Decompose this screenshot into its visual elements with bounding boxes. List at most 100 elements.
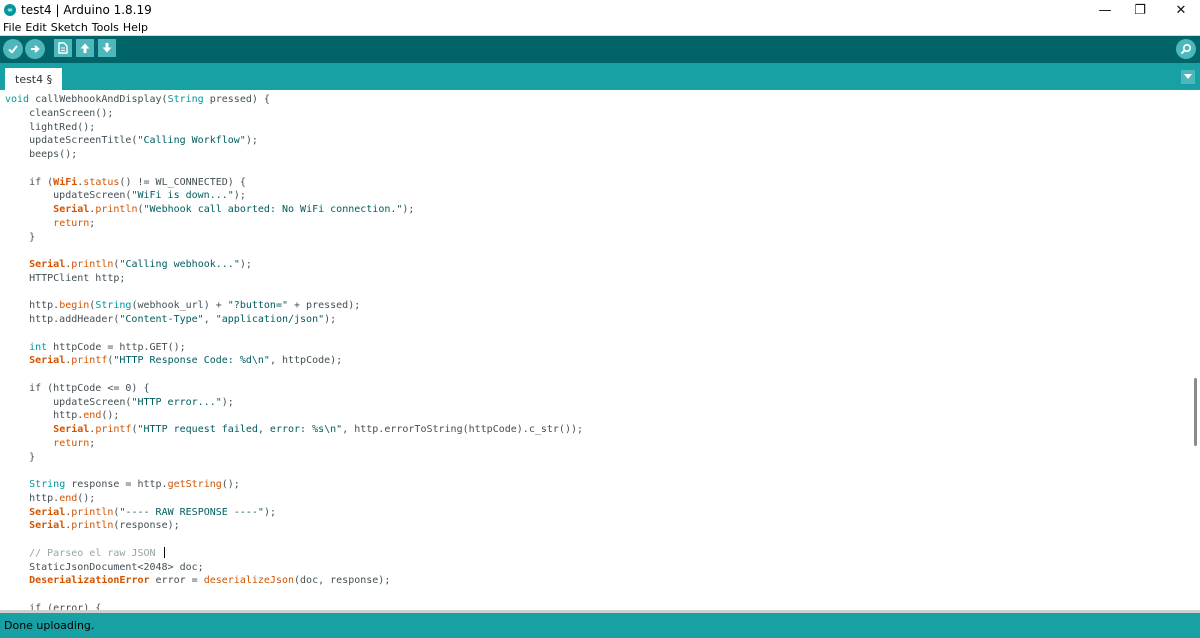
code-token: "WiFi is down...": [131, 190, 234, 202]
upload-button[interactable]: [25, 39, 45, 59]
code-line: HTTPClient http;: [5, 272, 125, 285]
code-token: String: [29, 479, 66, 490]
code-line: return;: [5, 217, 95, 230]
code-token: deserializeJson: [203, 575, 295, 587]
upload-icon: [31, 45, 40, 53]
code-token: );: [263, 506, 276, 518]
code-line: Serial.println("Webhook call aborted: No…: [5, 203, 414, 216]
code-token: http.: [5, 410, 84, 422]
code-token: ();: [101, 410, 120, 422]
menu-help[interactable]: Help: [121, 21, 150, 34]
code-line: cleanScreen();: [5, 107, 113, 120]
minimize-button[interactable]: —: [1090, 0, 1120, 20]
code-line: updateScreen("HTTP error...");: [5, 396, 234, 409]
code-line: }: [5, 451, 35, 464]
code-line: Serial.println("Calling webhook...");: [5, 258, 252, 271]
menu-file[interactable]: File: [0, 21, 23, 34]
code-token: updateScreen(: [5, 190, 132, 202]
code-token: ();: [221, 479, 240, 490]
code-token: "Webhook call aborted: No WiFi connectio…: [143, 204, 403, 215]
code-token: printf: [71, 355, 108, 367]
code-token: ;: [89, 217, 96, 229]
code-line: http.end();: [5, 409, 119, 422]
code-line: beeps();: [5, 148, 77, 161]
close-button[interactable]: ✕: [1166, 0, 1196, 20]
code-token: (doc, response);: [294, 575, 391, 587]
code-token: Serial: [29, 259, 66, 270]
code-token: );: [402, 204, 415, 215]
tab-test4[interactable]: test4 §: [5, 68, 63, 90]
code-token: printf: [95, 424, 132, 435]
code-token: DeserializationError: [29, 575, 150, 587]
code-token: HTTPClient http;: [5, 272, 126, 284]
new-button[interactable]: [54, 39, 72, 57]
verify-button[interactable]: [3, 39, 23, 59]
code-token: Serial: [29, 355, 66, 367]
code-token: );: [245, 135, 258, 147]
code-token: () != WL_CONNECTED) {: [119, 176, 246, 188]
code-line: DeserializationError error = deserialize…: [5, 574, 390, 587]
editor-scrollbar[interactable]: [1192, 90, 1200, 610]
code-line: // Parseo el raw JSON: [5, 547, 165, 560]
code-line: Serial.printf("HTTP request failed, erro…: [5, 423, 583, 436]
verify-icon: [8, 45, 18, 54]
save-icon: [102, 43, 112, 53]
code-token: void: [5, 94, 30, 105]
code-token: ();: [77, 492, 96, 504]
code-line: Serial.println(response);: [5, 519, 180, 532]
code-token: "HTTP request failed, error: %s\n": [137, 424, 343, 435]
code-token: println: [95, 204, 138, 215]
code-token: println: [71, 520, 114, 532]
scrollbar-thumb[interactable]: [1194, 378, 1197, 446]
code-token: (response);: [113, 520, 180, 532]
code-token: + pressed);: [288, 300, 361, 312]
code-line: if (WiFi.status() != WL_CONNECTED) {: [5, 176, 246, 189]
save-button[interactable]: [98, 39, 116, 57]
code-editor[interactable]: void callWebhookAndDisplay(String presse…: [0, 90, 1192, 610]
code-token: return: [53, 437, 90, 449]
code-token: "application/json": [215, 314, 325, 325]
serial-monitor-button[interactable]: [1176, 39, 1196, 59]
code-token: pressed) {: [203, 94, 270, 105]
code-token: String: [95, 300, 132, 312]
code-token: response = http.: [65, 479, 168, 490]
toolbar: [0, 36, 1200, 63]
code-token: // Parseo el raw JSON: [5, 547, 162, 559]
code-token: println: [71, 506, 114, 518]
code-line: String response = http.getString();: [5, 478, 240, 491]
open-button[interactable]: [76, 39, 94, 57]
serial-monitor-icon: [1180, 43, 1192, 55]
menu-tools[interactable]: Tools: [90, 21, 121, 34]
code-token: http.: [5, 492, 60, 504]
code-line: int httpCode = http.GET();: [5, 341, 186, 354]
code-token: String: [167, 94, 204, 105]
code-token: , http.errorToString(httpCode).c_str());: [342, 424, 584, 435]
menu-sketch[interactable]: Sketch: [49, 21, 90, 34]
code-token: println: [71, 259, 114, 270]
code-token: Serial: [29, 520, 66, 532]
tab-bar: test4 §: [0, 63, 1200, 90]
code-token: if (: [5, 176, 54, 188]
tab-label: test4 §: [15, 72, 53, 86]
code-line: http.begin(String(webhook_url) + "?butto…: [5, 299, 360, 312]
open-icon: [80, 43, 90, 53]
restore-button[interactable]: ❐: [1125, 0, 1155, 20]
window-title: test4 | Arduino 1.8.19: [21, 3, 152, 17]
code-token: if (httpCode <= 0) {: [5, 382, 150, 394]
text-cursor: [163, 547, 165, 559]
code-token: , httpCode);: [269, 355, 343, 367]
arduino-logo-icon: ∞: [4, 4, 16, 16]
code-token: "Calling Workflow": [137, 135, 246, 147]
code-token: httpCode = http.GET();: [47, 341, 186, 353]
menu-edit[interactable]: Edit: [23, 21, 48, 34]
code-token: updateScreenTitle(: [5, 135, 138, 147]
code-line: if (httpCode <= 0) {: [5, 382, 150, 395]
tab-menu-button[interactable]: [1181, 70, 1195, 84]
